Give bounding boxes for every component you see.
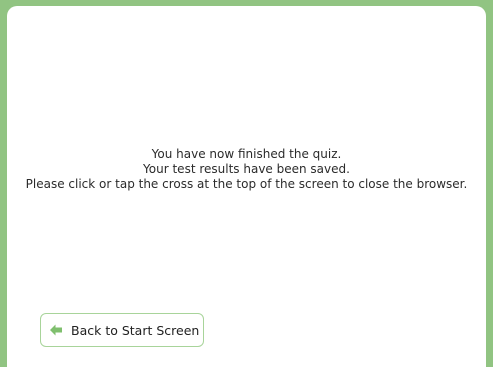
completion-message: You have now finished the quiz. Your tes… bbox=[7, 147, 486, 192]
arrow-left-icon bbox=[49, 323, 63, 337]
back-to-start-label: Back to Start Screen bbox=[71, 322, 200, 338]
message-line-results-saved: Your test results have been saved. bbox=[143, 162, 350, 176]
app-frame: You have now finished the quiz. Your tes… bbox=[0, 0, 493, 367]
content-panel: You have now finished the quiz. Your tes… bbox=[7, 6, 486, 367]
message-line-quiz-finished: You have now finished the quiz. bbox=[151, 147, 342, 161]
back-to-start-button[interactable]: Back to Start Screen bbox=[40, 313, 204, 347]
message-line-close-instructions: Please click or tap the cross at the top… bbox=[25, 177, 468, 191]
